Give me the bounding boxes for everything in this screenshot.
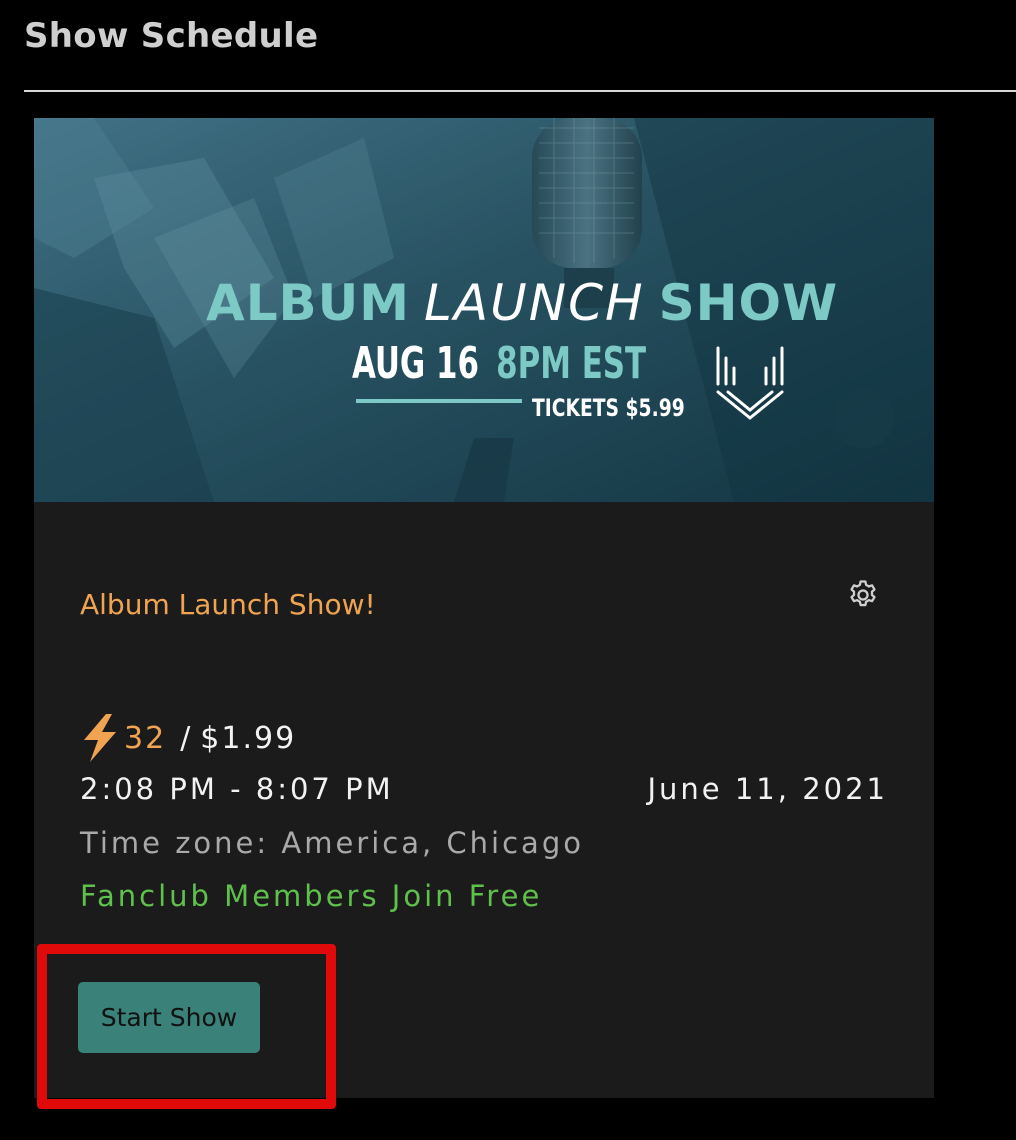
gear-icon[interactable] — [846, 578, 880, 612]
page-title: Show Schedule — [24, 16, 319, 56]
show-date: June 11, 2021 — [647, 772, 888, 806]
show-time-range: 2:08 PM - 8:07 PM — [80, 772, 394, 806]
show-stats: 32 / $1.99 — [80, 714, 296, 762]
page: Show Schedule ALBUM LAUNCH SHOW AUG 16 8… — [0, 0, 1016, 1140]
banner-date-day: AUG 16 — [352, 338, 479, 389]
lightning-bolt-icon — [84, 714, 116, 762]
show-title: Album Launch Show! — [80, 588, 376, 621]
banner-title: ALBUM LAUNCH SHOW — [206, 274, 838, 332]
show-banner-image[interactable]: ALBUM LAUNCH SHOW AUG 16 8PM EST TICKETS $5… — [34, 118, 934, 502]
banner-rule — [356, 399, 522, 403]
banner-title-word1: ALBUM — [206, 274, 411, 332]
fanclub-note: Fanclub Members Join Free — [80, 879, 543, 913]
gear-icon-graphic — [850, 580, 876, 607]
banner-title-word3: SHOW — [658, 274, 839, 332]
banner-overlay: ALBUM LAUNCH SHOW AUG 16 8PM EST TICKETS $5… — [34, 118, 934, 502]
banner-tickets: TICKETS $5.99 — [532, 394, 685, 422]
header-divider — [24, 90, 1016, 92]
banner-date: AUG 16 8PM EST — [352, 338, 646, 389]
brand-logo-icon — [716, 346, 784, 420]
show-card: ALBUM LAUNCH SHOW AUG 16 8PM EST TICKETS $5… — [34, 118, 934, 1098]
stat-separator: / — [180, 720, 193, 756]
start-show-button[interactable]: Start Show — [78, 982, 260, 1053]
show-timezone: Time zone: America, Chicago — [80, 826, 584, 860]
banner-title-word2: LAUNCH — [424, 274, 645, 332]
ticket-price: $1.99 — [200, 720, 297, 756]
banner-date-time: 8PM EST — [496, 338, 647, 389]
attendee-count: 32 — [124, 720, 167, 756]
